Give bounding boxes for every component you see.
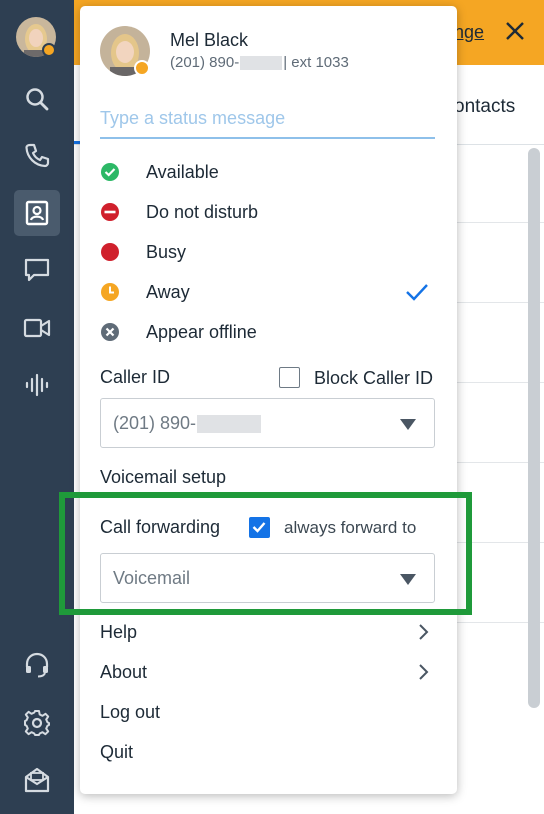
status-menu-popup: Mel Black (201) 890- | ext 1033 Available… [80,6,457,794]
status-appear-offline[interactable]: Appear offline [100,315,440,349]
status-label: Do not disturb [146,201,259,222]
minus-circle-icon [100,202,120,222]
block-caller-id-checkbox[interactable] [279,367,300,388]
block-caller-id-label: Block Caller ID [314,368,434,388]
status-busy[interactable]: Busy [100,235,440,269]
headset-support-icon[interactable] [14,642,60,688]
caller-id-prefix: (201) 890- [113,412,197,433]
call-forwarding-highlight-box [59,492,472,615]
status-message-input[interactable] [100,99,435,139]
redacted-block [197,414,262,433]
away-status-badge [42,43,56,57]
phone-icon[interactable] [14,132,60,178]
help-label: Help [100,621,138,642]
logout-label: Log out [100,701,161,722]
open-mail-icon[interactable] [14,757,60,803]
profile-name: Mel Black [170,30,249,50]
x-circle-icon [100,322,120,342]
about-label: About [100,661,148,682]
chat-icon[interactable] [14,247,60,293]
video-icon[interactable] [14,305,60,351]
status-available[interactable]: Available [100,155,440,189]
contacts-icon[interactable] [14,190,60,236]
clock-circle-icon [100,282,120,302]
gear-icon[interactable] [14,700,60,746]
check-circle-icon [100,162,120,182]
chevron-right-icon [418,622,430,647]
left-nav-rail [0,0,74,814]
filled-circle-icon [100,242,120,262]
dropdown-arrow-icon [400,419,416,430]
logout-menu-item[interactable]: Log out [100,697,430,727]
caller-id-label: Caller ID [100,367,171,387]
status-label: Busy [146,241,187,262]
phone-extension: | ext 1033 [283,54,349,71]
help-menu-item[interactable]: Help [100,617,430,647]
quit-label: Quit [100,741,134,762]
banner-link[interactable]: nge [454,22,484,43]
search-icon[interactable] [14,76,60,122]
phone-prefix: (201) 890- [170,54,240,71]
caller-id-value: (201) 890- [113,413,262,434]
quit-menu-item[interactable]: Quit [100,737,430,767]
status-label: Available [146,161,219,182]
caller-id-select[interactable]: (201) 890- [100,398,435,448]
voicemail-waveform-icon[interactable] [14,362,60,408]
tab-contacts[interactable]: ontacts [454,96,515,118]
selected-checkmark-icon [405,282,429,307]
status-away[interactable]: Away [100,275,440,309]
list-scrollbar[interactable] [528,148,540,708]
about-menu-item[interactable]: About [100,657,430,687]
status-label: Away [146,281,190,302]
status-label: Appear offline [146,321,257,342]
status-do-not-disturb[interactable]: Do not disturb [100,195,440,229]
close-icon[interactable] [502,18,528,44]
away-status-badge [134,60,150,76]
profile-phone: (201) 890- | ext 1033 [170,54,349,71]
chevron-right-icon [418,662,430,687]
voicemail-setup-item[interactable]: Voicemail setup [100,467,226,488]
redacted-block [240,56,283,71]
